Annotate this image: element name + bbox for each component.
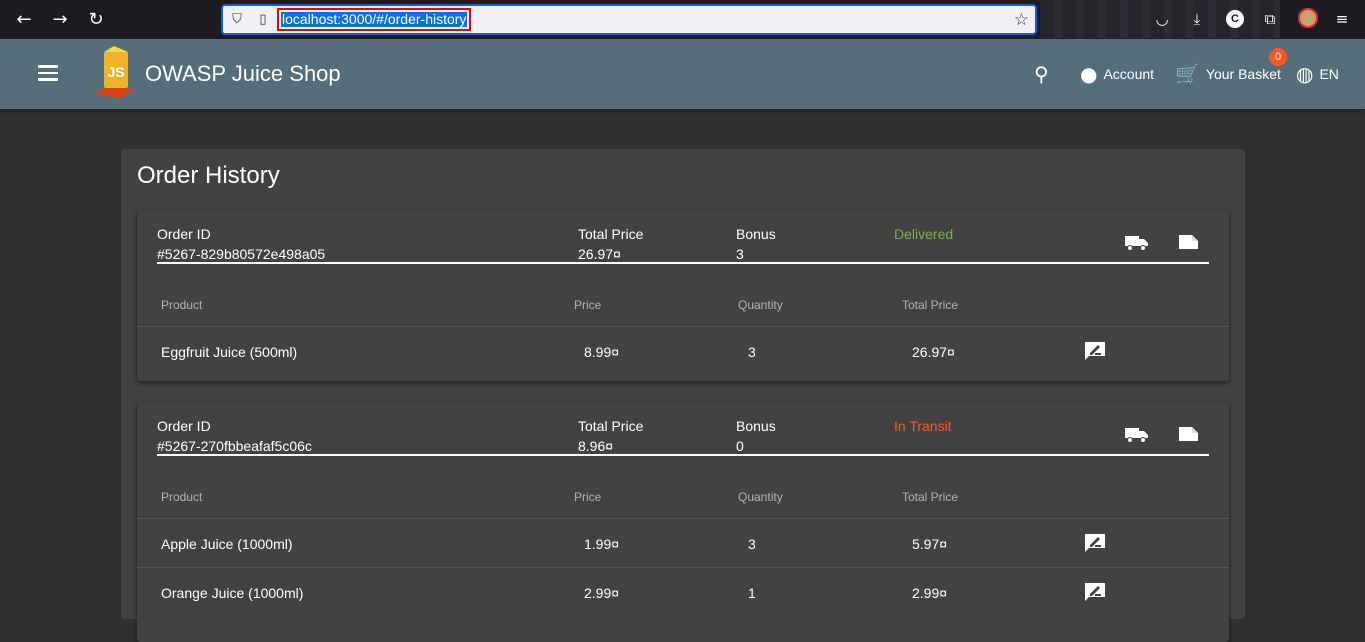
order-total-price: Total Price 26.97¤ bbox=[578, 224, 643, 264]
header-divider bbox=[157, 454, 1209, 456]
table-row: Apple Juice (1000ml) 1.99¤ 3 5.97¤ bbox=[137, 519, 1229, 568]
account-label: Account bbox=[1103, 66, 1155, 82]
product-total: 5.97¤ bbox=[912, 536, 948, 552]
bonus-value: 3 bbox=[736, 246, 744, 262]
extension-avatar-icon[interactable] bbox=[1298, 8, 1318, 28]
order-total-price: Total Price 8.96¤ bbox=[578, 416, 643, 456]
menu-icon[interactable]: ≡ bbox=[1332, 9, 1352, 29]
products-table-header: Product Price Quantity Total Price bbox=[137, 457, 1229, 519]
order-header: Order ID #5267-270fbbeafaf5c06c Total Pr… bbox=[137, 402, 1229, 465]
order-receipt-icon[interactable] bbox=[1177, 424, 1201, 444]
order-id-value: #5267-270fbbeafaf5c06c bbox=[157, 438, 312, 454]
account-button[interactable]: ● Account bbox=[1080, 61, 1154, 87]
download-icon[interactable]: ⤓ bbox=[1187, 9, 1207, 29]
shield-icon[interactable]: ⛉ bbox=[229, 12, 245, 28]
order-bonus: Bonus 0 bbox=[736, 416, 776, 456]
basket-label: Your Basket bbox=[1205, 66, 1281, 82]
account-circle-icon: ● bbox=[1080, 62, 1098, 86]
order-history-card: Order History Order ID #5267-829b80572e4… bbox=[121, 149, 1245, 642]
search-button[interactable]: ⚲ bbox=[1034, 61, 1055, 87]
back-icon[interactable]: ← bbox=[12, 8, 36, 32]
col-price: Price bbox=[574, 490, 602, 504]
order-receipt-icon[interactable] bbox=[1177, 232, 1201, 252]
table-row: Orange Juice (1000ml) 2.99¤ 1 2.99¤ bbox=[137, 568, 1229, 617]
language-button[interactable]: ◍ EN bbox=[1296, 61, 1339, 87]
product-total: 2.99¤ bbox=[912, 585, 948, 601]
rate-review-icon[interactable] bbox=[1084, 341, 1106, 361]
bonus-label: Bonus bbox=[736, 226, 776, 242]
basket-button[interactable]: 🛒 Your Basket bbox=[1175, 61, 1281, 87]
header-divider bbox=[157, 262, 1209, 264]
order-card: Order ID #5267-829b80572e498a05 Total Pr… bbox=[137, 210, 1229, 381]
extensions-icon[interactable]: ⧉ bbox=[1260, 9, 1280, 29]
product-price: 2.99¤ bbox=[584, 585, 620, 601]
table-row: Eggfruit Juice (500ml) 8.99¤ 3 26.97¤ bbox=[137, 327, 1229, 376]
rate-review-icon[interactable] bbox=[1084, 582, 1106, 602]
juice-shop-logo[interactable]: JS bbox=[90, 44, 138, 100]
url-bar[interactable]: ⛉ ▯ localhost:3000/#/order-history ☆ bbox=[221, 4, 1037, 35]
app-title[interactable]: OWASP Juice Shop bbox=[145, 61, 341, 87]
url-highlight-box: localhost:3000/#/order-history bbox=[277, 8, 472, 31]
rate-review-icon[interactable] bbox=[1084, 533, 1106, 553]
total-price-label: Total Price bbox=[578, 226, 644, 242]
order-bonus: Bonus 3 bbox=[736, 224, 776, 264]
col-product: Product bbox=[161, 298, 203, 312]
col-quantity: Quantity bbox=[738, 298, 783, 312]
order-status: In Transit bbox=[894, 418, 952, 434]
product-price: 1.99¤ bbox=[584, 536, 620, 552]
page-title: Order History bbox=[137, 162, 280, 189]
product-name: Orange Juice (1000ml) bbox=[161, 585, 304, 601]
reload-icon[interactable]: ↻ bbox=[84, 8, 108, 32]
total-price-value: 26.97¤ bbox=[578, 246, 621, 262]
order-id: Order ID #5267-829b80572e498a05 bbox=[157, 224, 325, 264]
order-id-label: Order ID bbox=[157, 226, 211, 242]
language-label: EN bbox=[1319, 66, 1339, 82]
product-price: 8.99¤ bbox=[584, 344, 620, 360]
globe-icon: ◍ bbox=[1296, 62, 1314, 86]
product-total: 26.97¤ bbox=[912, 344, 955, 360]
product-name: Eggfruit Juice (500ml) bbox=[161, 344, 298, 360]
products-table-header: Product Price Quantity Total Price bbox=[137, 265, 1229, 327]
col-total-price: Total Price bbox=[902, 490, 959, 504]
forward-icon[interactable]: → bbox=[48, 8, 72, 32]
track-order-truck-icon[interactable] bbox=[1125, 232, 1149, 252]
pocket-icon[interactable]: ◡ bbox=[1152, 9, 1172, 29]
product-name: Apple Juice (1000ml) bbox=[161, 536, 293, 552]
bonus-value: 0 bbox=[736, 438, 744, 454]
col-quantity: Quantity bbox=[738, 490, 783, 504]
col-total-price: Total Price bbox=[902, 298, 959, 312]
svg-text:JS: JS bbox=[107, 64, 124, 80]
track-order-truck-icon[interactable] bbox=[1125, 424, 1149, 444]
product-quantity: 3 bbox=[748, 344, 756, 360]
product-quantity: 3 bbox=[748, 536, 756, 552]
product-quantity: 1 bbox=[748, 585, 756, 601]
app-toolbar: JS OWASP Juice Shop ⚲ ● Account 🛒 Your B… bbox=[0, 39, 1365, 109]
search-icon: ⚲ bbox=[1034, 62, 1049, 86]
order-card: Order ID #5267-270fbbeafaf5c06c Total Pr… bbox=[137, 402, 1229, 642]
page-icon: ▯ bbox=[259, 12, 267, 27]
cart-icon: 🛒 bbox=[1175, 62, 1200, 86]
profile-icon[interactable]: C bbox=[1226, 10, 1244, 28]
basket-count-badge: 0 bbox=[1269, 48, 1287, 66]
order-header: Order ID #5267-829b80572e498a05 Total Pr… bbox=[137, 210, 1229, 273]
url-text[interactable]: localhost:3000/#/order-history bbox=[281, 12, 468, 27]
total-price-value: 8.96¤ bbox=[578, 438, 614, 454]
order-status: Delivered bbox=[894, 226, 954, 242]
col-product: Product bbox=[161, 490, 203, 504]
bonus-label: Bonus bbox=[736, 418, 776, 434]
col-price: Price bbox=[574, 298, 602, 312]
browser-toolbar: ← → ↻ ⛉ ▯ localhost:3000/#/order-history… bbox=[0, 0, 1365, 39]
order-id: Order ID #5267-270fbbeafaf5c06c bbox=[157, 416, 312, 456]
sidenav-menu-button[interactable] bbox=[36, 61, 60, 85]
order-id-value: #5267-829b80572e498a05 bbox=[157, 246, 326, 262]
total-price-label: Total Price bbox=[578, 418, 644, 434]
star-icon[interactable]: ☆ bbox=[1014, 10, 1029, 30]
order-id-label: Order ID bbox=[157, 418, 211, 434]
